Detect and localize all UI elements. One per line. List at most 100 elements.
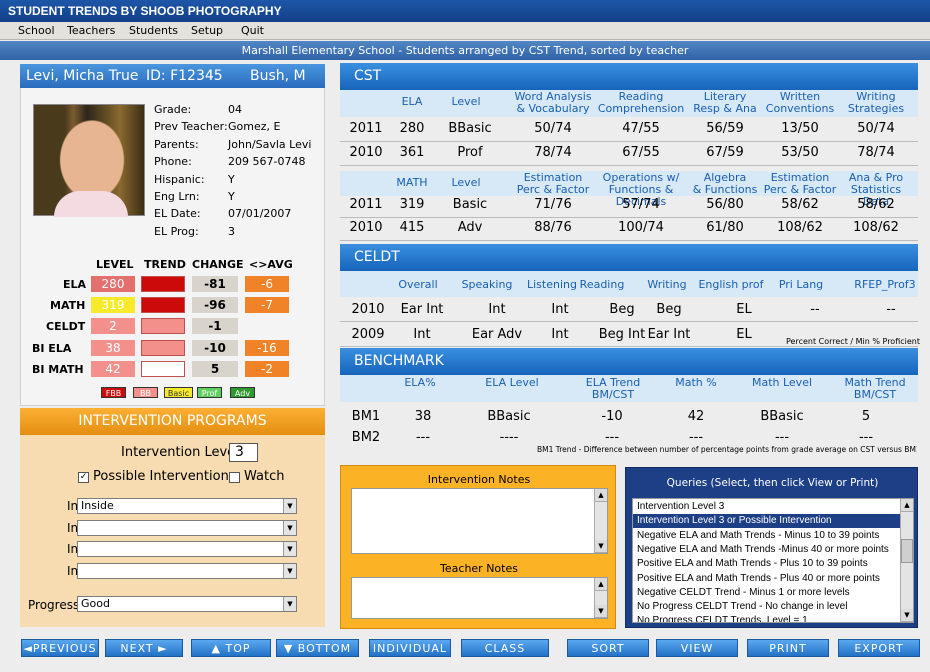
watch-label: Watch xyxy=(244,469,285,484)
cst-ela-col-header: Reading Comprehension xyxy=(597,90,685,115)
chevron-down-icon[interactable]: ▼ xyxy=(283,520,296,535)
query-item[interactable]: Positive ELA and Math Trends - Plus 40 o… xyxy=(633,572,901,586)
celdt-cell: Ear Int xyxy=(647,327,691,342)
change-cell: -10 xyxy=(192,339,238,356)
menu-students[interactable]: Students xyxy=(129,23,178,39)
scroll-down-icon[interactable]: ▼ xyxy=(901,609,913,622)
celdt-col-header: RFEP_Prof3 xyxy=(854,278,916,291)
scroll-down-icon[interactable]: ▼ xyxy=(595,605,607,618)
query-item[interactable]: Positive ELA and Math Trends - Plus 10 t… xyxy=(633,557,901,571)
bottom-button[interactable]: ▼ BOTTOM xyxy=(276,639,359,657)
scroll-down-icon[interactable]: ▼ xyxy=(595,540,607,553)
trend-row-label: ELA xyxy=(63,278,87,291)
menu-school[interactable]: School xyxy=(18,23,55,39)
query-item[interactable]: No Progress CELDT Trend - No change in l… xyxy=(633,600,901,614)
query-item[interactable]: Negative ELA and Math Trends -Minus 40 o… xyxy=(633,543,901,557)
intervention-notes-textarea[interactable]: ▲ ▼ xyxy=(351,488,608,554)
col-header-avg: <>AVG xyxy=(249,258,293,271)
cst-ela-col-header: Word Analysis & Vocabulary xyxy=(514,90,592,115)
individual-button[interactable]: INDIVIDUAL xyxy=(369,639,451,657)
benchmark-cell: 42 xyxy=(687,409,705,424)
benchmark-col-header: Math Trend BM/CST xyxy=(844,376,906,401)
next-button[interactable]: NEXT ► xyxy=(105,639,183,657)
chevron-down-icon[interactable]: ▼ xyxy=(283,597,296,611)
chevron-down-icon[interactable]: ▼ xyxy=(283,563,296,578)
intervention-level-label: Intervention Level xyxy=(121,445,239,460)
benchmark-col-header: Math Level xyxy=(751,376,813,389)
previous-button[interactable]: ◄PREVIOUS xyxy=(21,639,99,657)
cst-math-cell: Basic xyxy=(452,197,488,212)
chevron-down-icon[interactable]: ▼ xyxy=(283,542,296,557)
program-dropdown[interactable]: Inside ▼ xyxy=(77,498,297,514)
intervention-notes-scrollbar[interactable]: ▲ ▼ xyxy=(594,489,607,553)
cst-math-col-header: Level xyxy=(451,176,481,189)
legend-adv: Adv xyxy=(230,387,255,398)
info-label: Prev Teacher: xyxy=(154,120,228,134)
benchmark-cell: --- xyxy=(774,430,790,445)
info-value: Gomez, E xyxy=(228,120,281,134)
info-label: Hispanic: xyxy=(154,172,205,186)
scroll-up-icon[interactable]: ▲ xyxy=(595,578,607,591)
query-item[interactable]: Intervention Level 3 or Possible Interve… xyxy=(633,514,901,529)
trend-row-label: BI ELA xyxy=(32,341,72,355)
top-button[interactable]: ▲ TOP xyxy=(191,639,271,657)
possible-intervention-label: Possible Intervention xyxy=(93,469,229,484)
intervention-level-input[interactable]: 3 xyxy=(229,443,258,462)
teacher-notes-title: Teacher Notes xyxy=(440,562,518,575)
menu-setup[interactable]: Setup xyxy=(191,23,223,39)
info-value: Y xyxy=(228,190,235,203)
queries-scrollbar[interactable]: ▲ ▼ xyxy=(900,499,913,622)
legend-basic: Basic xyxy=(164,387,193,398)
trend-row-label: BI MATH xyxy=(32,362,84,376)
menu-quit[interactable]: Quit xyxy=(241,23,264,39)
sort-button[interactable]: SORT xyxy=(567,639,649,657)
avg-cell: -6 xyxy=(245,276,289,292)
cst-ela-cell: 56/59 xyxy=(706,121,744,136)
menu-teachers[interactable]: Teachers xyxy=(67,23,115,39)
program-dropdown[interactable]: ▼ xyxy=(77,562,297,579)
avg-cell: -16 xyxy=(245,339,289,356)
cst-math-cell: 58/62 xyxy=(781,197,819,212)
export-button[interactable]: EXPORT xyxy=(838,639,920,657)
row-divider xyxy=(340,346,918,347)
query-item[interactable]: No Progress CELDT Trends, Level = 1 xyxy=(633,614,901,622)
query-item[interactable]: Negative ELA and Math Trends - Minus 10 … xyxy=(633,529,901,543)
watch-checkbox[interactable] xyxy=(229,472,240,483)
print-button[interactable]: PRINT xyxy=(747,639,829,657)
teacher-notes-textarea[interactable]: ▲ ▼ xyxy=(351,577,608,619)
query-item[interactable]: Negative CELDT Trend - Minus 1 or more l… xyxy=(633,586,901,600)
window-title: STUDENT TRENDS BY SHOOB PHOTOGRAPHY xyxy=(0,0,930,22)
scroll-up-icon[interactable]: ▲ xyxy=(901,499,913,512)
cst-ela-col-header: ELA xyxy=(401,95,423,108)
page-subtitle: Marshall Elementary School - Students ar… xyxy=(0,41,930,60)
teacher-notes-scrollbar[interactable]: ▲ ▼ xyxy=(594,578,607,618)
cst-ela-col-header: Written Conventions xyxy=(765,90,835,115)
menu-bar: School Teachers Students Setup Quit xyxy=(0,22,930,40)
program-dropdown[interactable]: ▼ xyxy=(77,541,297,558)
view-button[interactable]: VIEW xyxy=(656,639,738,657)
queries-list[interactable]: Intervention Level 3 Intervention Level 3… xyxy=(632,498,914,623)
scroll-thumb[interactable] xyxy=(901,539,913,563)
chevron-down-icon[interactable]: ▼ xyxy=(283,499,296,513)
row-divider xyxy=(340,217,918,218)
celdt-cell: -- xyxy=(810,302,820,317)
program-dropdown[interactable]: ▼ xyxy=(77,519,297,536)
info-label: Grade: xyxy=(154,103,192,116)
info-label: Parents: xyxy=(154,137,199,151)
celdt-cell: -- xyxy=(886,302,896,317)
cst-math-col-header: Algebra & Functions xyxy=(692,171,758,196)
class-button[interactable]: CLASS xyxy=(461,639,549,657)
scroll-up-icon[interactable]: ▲ xyxy=(595,489,607,502)
student-header: Levi, Micha True ID: F12345 Bush, M xyxy=(20,64,325,88)
cst-header: CST xyxy=(340,63,918,90)
legend-bb: BB xyxy=(133,387,158,398)
trend-cell xyxy=(141,276,185,292)
celdt-cell: EL xyxy=(736,327,752,342)
possible-intervention-checkbox[interactable]: ✓ xyxy=(78,472,89,483)
info-value: Y xyxy=(228,172,235,186)
celdt-cell: Ear Int xyxy=(400,302,444,317)
progress-dropdown[interactable]: Good ▼ xyxy=(77,596,297,612)
benchmark-cell: ---- xyxy=(499,430,519,445)
query-item[interactable]: Intervention Level 3 xyxy=(633,500,901,514)
info-label: EL Date: xyxy=(154,207,201,221)
